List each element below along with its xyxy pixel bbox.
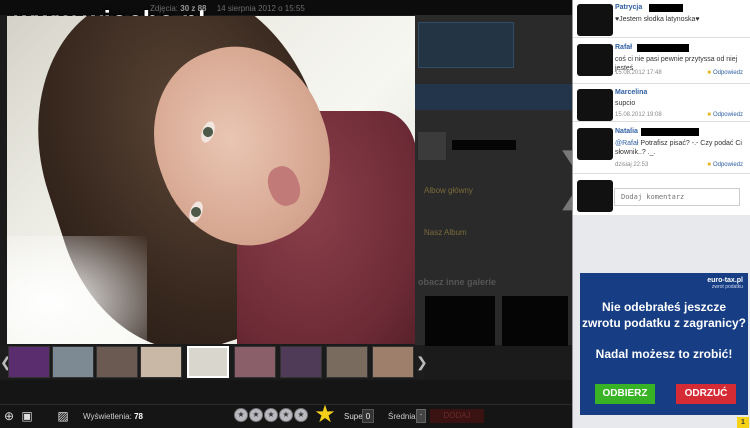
comment-author[interactable]: Marcelina: [615, 89, 647, 96]
comment: Patrycja ♥Jestem słodka latynoska♥: [575, 0, 747, 36]
divider: [573, 83, 750, 84]
comment-author[interactable]: Natalia: [615, 128, 638, 135]
notification-badge[interactable]: 1: [737, 417, 749, 428]
reply-link[interactable]: Odpowiedz: [707, 162, 743, 168]
photo-toolbar: ⊕ ▣ ▨ Wyświetlenia: 78 ★ ★ ★ ★ ★ ★ Super…: [0, 403, 572, 428]
thumbnail[interactable]: [52, 346, 94, 378]
photo-counter: 30 z 88: [180, 4, 207, 13]
fullscreen-icon[interactable]: ▣: [20, 409, 34, 423]
add-photo-icon[interactable]: ▨: [56, 409, 70, 423]
super-star-icon[interactable]: ★: [310, 403, 340, 427]
ad-headline: Nie odebrałeś jeszcze zwrotu podatku z z…: [580, 299, 748, 331]
photo-header: Zdjęcia: 30 z 88 14 sierpnia 2012 o 15:5…: [150, 4, 305, 13]
ad-line-3: Nadal możesz to zrobić!: [595, 347, 733, 361]
ad-accept-button[interactable]: ODBIERZ: [595, 384, 655, 404]
reply-link[interactable]: Odpowiedz: [707, 112, 743, 118]
main-photo[interactable]: [7, 16, 415, 344]
advertisement[interactable]: euro-tax.pl zwrot podatku Nie odebrałeś …: [580, 273, 748, 415]
current-user-avatar: [577, 180, 613, 212]
comment-date: 15.08.2012 17:48: [615, 70, 662, 76]
comment-text: @Rafał Potrafisz pisać? -.- Czy podać Ci…: [615, 139, 745, 157]
zoom-icon[interactable]: ⊕: [2, 409, 16, 423]
divider: [573, 121, 750, 122]
comment: Rafał coś ci nie pasi pewnie przytyssa o…: [575, 40, 747, 82]
ad-logo: euro-tax.pl zwrot podatku: [707, 277, 743, 290]
next-photo-icon[interactable]: ❯: [553, 140, 603, 212]
comment-date: 15.08.2012 19:08: [615, 112, 662, 118]
ad-logo-subtitle: zwrot podatku: [711, 284, 743, 290]
star-icon[interactable]: ★: [234, 408, 248, 422]
thumbnail[interactable]: [326, 346, 368, 378]
ad-logo-text: euro-tax.pl: [707, 277, 743, 284]
star-icon[interactable]: ★: [279, 408, 293, 422]
star-icon[interactable]: ★: [294, 408, 308, 422]
chevron-right-icon[interactable]: ❯: [416, 345, 428, 379]
background-row: [418, 132, 568, 162]
redacted-surname: [649, 4, 683, 12]
views-value: 78: [134, 412, 143, 421]
background-gallery-title: obacz inne galerie: [418, 277, 497, 287]
redacted-surname: [641, 128, 699, 136]
thumbnail-strip: ❮ ❯: [0, 345, 430, 379]
background-red-button: DODAJ: [430, 409, 484, 423]
background-album-label: Albow główny: [424, 186, 473, 195]
thumbnail[interactable]: [280, 346, 322, 378]
thumbnail-selected[interactable]: [187, 346, 229, 378]
ad-line-2: zwrotu podatku z zagranicy?: [581, 316, 746, 330]
background-row: Albow główny: [418, 184, 568, 214]
photo-date: 14 sierpnia 2012 o 15:55: [216, 4, 305, 13]
reply-link[interactable]: Odpowiedz: [707, 70, 743, 76]
views-counter: Wyświetlenia: 78: [83, 412, 143, 421]
super-count: 0: [362, 409, 374, 423]
star-icon[interactable]: ★: [264, 408, 278, 422]
comment-author[interactable]: Rafał: [615, 44, 632, 51]
average-select[interactable]: -: [416, 409, 426, 423]
chevron-left-icon[interactable]: ❮: [0, 345, 12, 379]
counter-label: Zdjęcia:: [150, 4, 179, 13]
comment: Marcelina supcio 15.08.2012 19:08 Odpowi…: [575, 85, 747, 123]
comment-text: supcio: [615, 100, 636, 107]
divider: [573, 173, 750, 174]
redacted-surname: [637, 44, 689, 52]
comment-mention[interactable]: @Rafał: [615, 140, 638, 147]
comment: Natalia @Rafał Potrafisz pisać? -.- Czy …: [575, 124, 747, 172]
background-footer: [0, 380, 572, 404]
photo-viewer: Albow główny Nasz Album obacz inne galer…: [0, 0, 750, 428]
avatar[interactable]: [577, 128, 613, 160]
thumbnail[interactable]: [140, 346, 182, 378]
comment-date: dzisiaj 22:53: [615, 162, 649, 168]
background-bar: [415, 84, 572, 110]
background-album-label: Nasz Album: [424, 228, 467, 237]
thumbnail[interactable]: [234, 346, 276, 378]
comment-text: ♥Jestem słodka latynoska♥: [615, 16, 700, 23]
background-ad: [418, 22, 514, 68]
avatar[interactable]: [577, 89, 613, 121]
comment-author[interactable]: Patrycja: [615, 4, 642, 11]
ad-line-1: Nie odebrałeś jeszcze: [601, 300, 727, 314]
background-redacted: [502, 296, 568, 346]
thumbnail[interactable]: [8, 346, 50, 378]
background-redacted: [425, 296, 495, 346]
background-row: Nasz Album: [418, 226, 568, 256]
average-label: Średnia:: [388, 412, 418, 421]
star-icon[interactable]: ★: [249, 408, 263, 422]
avatar[interactable]: [577, 4, 613, 36]
thumbnail[interactable]: [96, 346, 138, 378]
avatar[interactable]: [577, 44, 613, 76]
views-label: Wyświetlenia:: [83, 412, 132, 421]
ad-decline-button[interactable]: ODRZUĆ: [676, 384, 736, 404]
thumbnail[interactable]: [372, 346, 414, 378]
add-comment-input[interactable]: [614, 188, 740, 206]
divider: [573, 37, 750, 38]
